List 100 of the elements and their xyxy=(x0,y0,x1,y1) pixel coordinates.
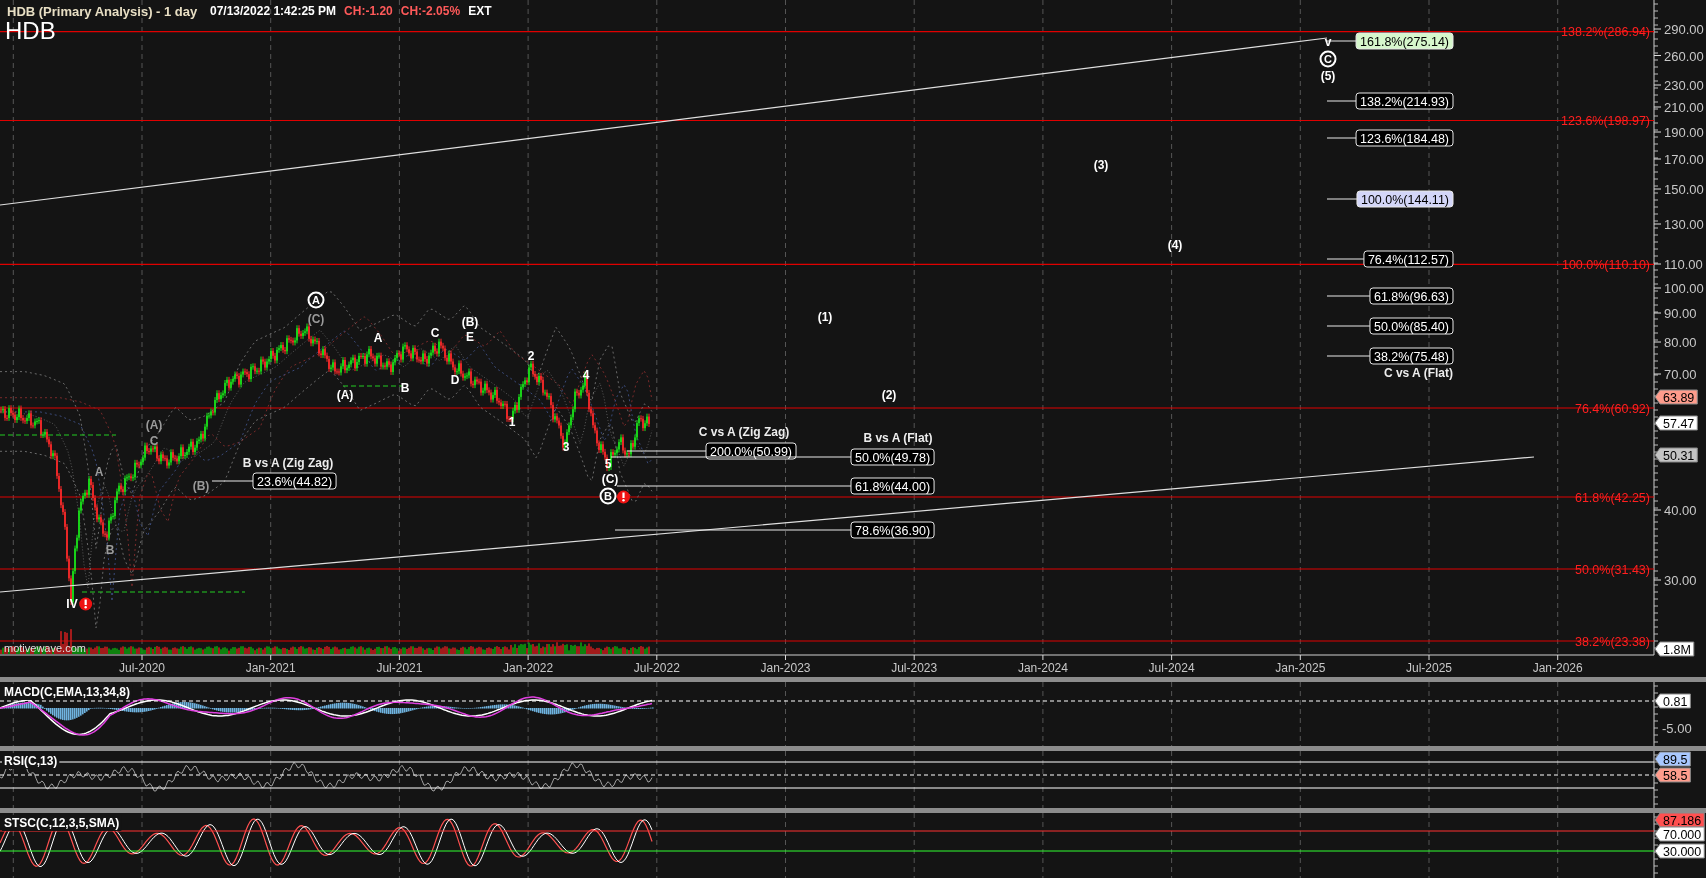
circled-wave-label: A xyxy=(307,291,325,309)
fib-projection-label: 123.6%(184.48) xyxy=(1355,129,1454,147)
fib-projection-label: 76.4%(112.57) xyxy=(1363,250,1454,268)
price-marker: 1.8M xyxy=(1654,641,1695,657)
price-marker: 58.5 xyxy=(1654,767,1691,783)
indicator-title: STSC(C,12,3,5,SMA) xyxy=(2,815,122,831)
projection-caption: C vs A (Zig Zag) xyxy=(698,425,790,439)
date-axis-label: Jan-2023 xyxy=(760,661,811,675)
wave-label: C xyxy=(430,325,440,340)
date-axis-label: Jul-2024 xyxy=(1148,661,1195,675)
wave-label: IV xyxy=(66,596,78,611)
wave-label: A xyxy=(373,330,383,345)
circled-wave-label: C xyxy=(1319,50,1337,68)
price-axis-label: 290.00 xyxy=(1664,22,1704,37)
indicator-title: RSI(C,13) xyxy=(2,753,60,769)
price-marker: 63.89 xyxy=(1654,389,1698,405)
wave-label: (4) xyxy=(1167,237,1183,252)
fib-level-label: 61.8%(42.25) xyxy=(1574,490,1650,505)
price-marker: 70.000 xyxy=(1654,826,1705,842)
fib-projection-label: 61.8%(96.63) xyxy=(1369,287,1454,305)
wave-label: 2 xyxy=(527,348,535,363)
wave-label: B xyxy=(400,380,410,395)
wave-label: 4 xyxy=(582,367,590,382)
wave-label: 1 xyxy=(508,414,516,429)
fib-projection-label: 61.8%(44.00) xyxy=(850,477,935,495)
wave-label: B xyxy=(105,542,115,557)
date-axis-label: Jan-2026 xyxy=(1532,661,1583,675)
price-change: CH:-1.20 xyxy=(344,4,393,18)
leader-line xyxy=(1326,355,1371,357)
price-axis-label: 80.00 xyxy=(1664,335,1697,350)
price-marker: 50.31 xyxy=(1654,447,1698,463)
price-marker: 0.81 xyxy=(1654,693,1691,709)
price-axis-label: 230.00 xyxy=(1664,78,1704,93)
fib-projection-label: 78.6%(36.90) xyxy=(850,521,935,539)
price-axis-label: 110.00 xyxy=(1664,257,1703,272)
percent-change: CH:-2.05% xyxy=(400,4,461,18)
fib-projection-label: 50.0%(49.78) xyxy=(850,448,935,466)
wave-label: (B) xyxy=(461,314,479,329)
price-axis-label: 260.00 xyxy=(1664,48,1704,64)
dashed-level-line xyxy=(342,385,404,387)
date-axis-label: Jan-2021 xyxy=(245,661,296,675)
date-axis-label: Jan-2022 xyxy=(503,661,554,675)
projection-caption: B vs A (Zig Zag) xyxy=(242,456,334,470)
wave-label: (A) xyxy=(145,417,163,432)
leader-line xyxy=(1326,325,1371,327)
wave-label: (5) xyxy=(1320,68,1336,83)
session-label: EXT xyxy=(468,4,492,18)
fib-projection-label: 23.6%(44.82) xyxy=(252,472,337,490)
leader-line xyxy=(1326,258,1365,260)
projection-caption: B vs A (Flat) xyxy=(863,431,933,445)
leader-line xyxy=(1326,137,1357,139)
leader-line xyxy=(1326,295,1371,297)
wave-label: (2) xyxy=(881,387,897,402)
indicator-axis-label: -5.00 xyxy=(1662,721,1692,736)
wave-label: 3 xyxy=(562,439,570,454)
price-axis-label: 30.00 xyxy=(1664,573,1697,588)
wave-label: (B) xyxy=(192,478,210,493)
wave-label: (A) xyxy=(336,387,354,402)
leader-line xyxy=(1326,198,1358,200)
chart-title: HDB (Primary Analysis) - 1 day xyxy=(7,4,198,19)
date-axis-label: Jul-2023 xyxy=(891,661,938,675)
fib-level-label: 50.0%(31.43) xyxy=(1574,562,1650,577)
leader-line xyxy=(1326,100,1357,102)
fib-projection-label: 50.0%(85.40) xyxy=(1369,317,1454,335)
wave-label: A xyxy=(94,464,104,479)
wave-label: (C) xyxy=(307,311,325,326)
wave-label: (C) xyxy=(601,471,619,486)
projection-caption: C vs A (Flat) xyxy=(1383,366,1453,380)
fib-projection-label: 138.2%(214.93) xyxy=(1355,92,1454,110)
price-axis-label: 170.00 xyxy=(1664,152,1704,167)
price-marker: 57.47 xyxy=(1654,415,1698,431)
date-axis-label: Jul-2020 xyxy=(119,661,165,675)
price-axis-label: 190.00 xyxy=(1664,125,1704,140)
wave-label: (1) xyxy=(817,309,833,324)
fib-projection-label: 161.8%(275.14) xyxy=(1355,32,1454,50)
date-axis-label: Jan-2025 xyxy=(1275,661,1326,675)
price-marker: 30.000 xyxy=(1654,843,1705,859)
wave-label: C xyxy=(149,433,159,448)
timestamp: 07/13/2022 1:42:25 PM xyxy=(210,4,337,18)
date-axis-label: Jul-2022 xyxy=(633,661,680,675)
wave-label: D xyxy=(450,372,460,387)
price-marker: 87.186 xyxy=(1654,813,1705,828)
date-axis-label: Jul-2025 xyxy=(1406,661,1452,675)
leader-line xyxy=(211,480,254,482)
wave-label: E xyxy=(466,329,474,344)
indicator-title: MACD(C,EMA,13,34,8) xyxy=(2,684,133,700)
circled-wave-label: B xyxy=(599,487,617,505)
leader-line xyxy=(1326,40,1357,42)
price-axis-label: 100.00 xyxy=(1664,281,1704,296)
price-axis-label: 70.00 xyxy=(1664,367,1697,382)
wave-label: v xyxy=(1324,34,1332,49)
wave-label: 5 xyxy=(604,456,612,471)
fib-projection-label: 100.0%(144.11) xyxy=(1356,190,1454,208)
fib-level-label: 76.4%(60.92) xyxy=(1574,401,1650,416)
date-axis-label: Jan-2024 xyxy=(1017,661,1068,675)
price-axis-label: 40.00 xyxy=(1664,503,1697,518)
fib-level-label: 38.2%(23.38) xyxy=(1574,634,1650,649)
price-axis-label: 150.00 xyxy=(1664,182,1704,197)
wave-label: (3) xyxy=(1093,157,1109,172)
price-axis-label: 210.00 xyxy=(1664,100,1704,115)
